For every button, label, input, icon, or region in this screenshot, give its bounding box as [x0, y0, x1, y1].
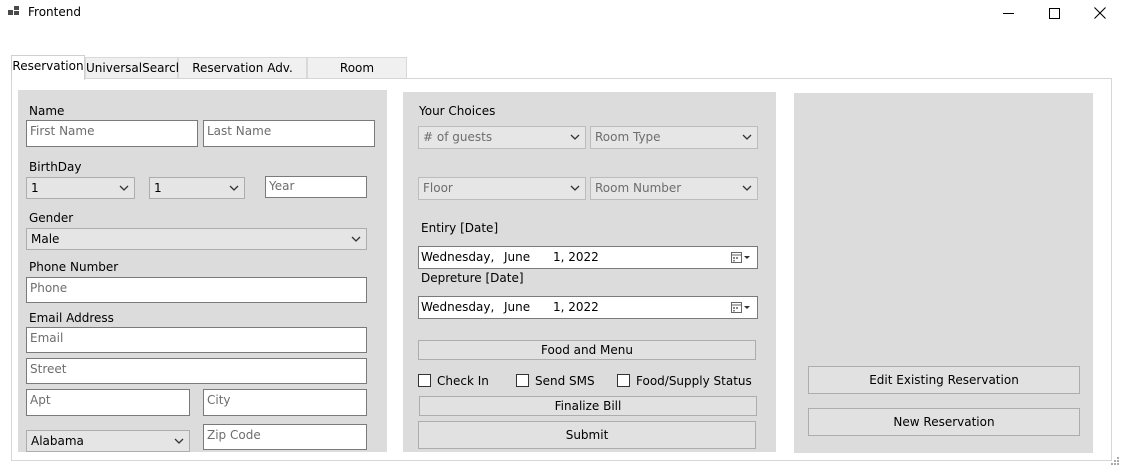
- entry-date-label: Entiry [Date]: [421, 221, 499, 235]
- floor-value: Floor: [423, 181, 453, 195]
- departure-date-picker[interactable]: Wednesday, June 1, 2022: [418, 296, 758, 319]
- close-icon: [1094, 7, 1106, 19]
- check-in-label: Check In: [437, 374, 489, 388]
- departure-date-label: Depreture [Date]: [421, 271, 524, 285]
- entry-month: June: [504, 250, 531, 264]
- guests-value: # of guests: [423, 130, 493, 144]
- chevron-down-icon: [119, 185, 129, 191]
- tab-universal-search[interactable]: UniversalSearch: [85, 57, 183, 79]
- chevron-down-icon: [229, 185, 239, 191]
- name-label: Name: [29, 104, 65, 118]
- zip-code-input[interactable]: Zip Code: [203, 424, 367, 450]
- year-input[interactable]: Year: [265, 176, 367, 198]
- chevron-down-icon: [351, 236, 361, 242]
- departure-day-year: 1, 2022: [553, 300, 599, 314]
- room-number-value: Room Number: [595, 181, 682, 195]
- check-in-checkbox[interactable]: [418, 374, 431, 387]
- send-sms-label: Send SMS: [535, 374, 595, 388]
- birth-month-dropdown[interactable]: 1: [26, 177, 135, 199]
- entry-weekday: Wednesday,: [421, 250, 495, 264]
- minimize-icon: [1002, 12, 1014, 14]
- street-input[interactable]: Street: [26, 358, 367, 384]
- your-choices-label: Your Choices: [419, 104, 496, 118]
- room-type-value: Room Type: [595, 130, 661, 144]
- calendar-icon[interactable]: [731, 252, 751, 264]
- apt-input[interactable]: Apt: [26, 389, 190, 416]
- chevron-down-icon: [570, 185, 580, 191]
- gender-dropdown[interactable]: Male: [26, 228, 367, 250]
- departure-month: June: [504, 300, 531, 314]
- maximize-button[interactable]: [1031, 0, 1077, 26]
- chevron-down-icon: [174, 438, 184, 444]
- entry-day-year: 1, 2022: [553, 250, 599, 264]
- calendar-icon[interactable]: [731, 302, 751, 314]
- chevron-down-icon: [570, 134, 580, 140]
- send-sms-checkbox[interactable]: [516, 374, 529, 387]
- birth-month-value: 1: [31, 181, 39, 195]
- phone-label: Phone Number: [29, 260, 119, 274]
- last-name-input[interactable]: Last Name: [203, 120, 375, 147]
- room-type-dropdown[interactable]: Room Type: [590, 126, 758, 149]
- minimize-button[interactable]: [985, 0, 1031, 26]
- state-value: Alabama: [31, 434, 84, 448]
- app-grid-icon: [8, 6, 22, 18]
- entry-date-picker[interactable]: Wednesday, June 1, 2022: [418, 246, 758, 269]
- room-number-dropdown[interactable]: Room Number: [590, 177, 758, 200]
- birth-day-value: 1: [154, 181, 162, 195]
- tab-reservation-adv-view[interactable]: Reservation Adv. View: [178, 57, 307, 95]
- submit-button[interactable]: Submit: [418, 421, 756, 449]
- birthday-label: BirthDay: [29, 160, 82, 174]
- window-title: Frontend: [28, 5, 81, 19]
- title-bar: Frontend: [0, 0, 1123, 26]
- food-and-menu-button[interactable]: Food and Menu: [418, 340, 756, 360]
- email-label: Email Address: [29, 311, 114, 325]
- departure-weekday: Wednesday,: [421, 300, 495, 314]
- maximize-icon: [1048, 7, 1060, 19]
- gender-label: Gender: [29, 211, 74, 225]
- chevron-down-icon: [742, 185, 752, 191]
- tab-room-availability[interactable]: Room Availibility: [307, 57, 407, 95]
- finalize-bill-button[interactable]: Finalize Bill: [419, 396, 757, 416]
- first-name-input[interactable]: First Name: [26, 120, 198, 147]
- food-supply-status-label: Food/Supply Status: [636, 374, 752, 388]
- state-dropdown[interactable]: Alabama: [26, 430, 190, 452]
- food-supply-status-checkbox[interactable]: [617, 374, 630, 387]
- phone-input[interactable]: Phone: [26, 277, 367, 303]
- resize-grip-icon[interactable]: [1110, 456, 1120, 466]
- city-input[interactable]: City: [203, 389, 367, 416]
- actions-panel: [794, 93, 1093, 453]
- guests-dropdown[interactable]: # of guests: [418, 126, 586, 149]
- new-reservation-button[interactable]: New Reservation: [808, 408, 1080, 436]
- close-button[interactable]: [1077, 0, 1123, 26]
- tab-reservation[interactable]: Reservation: [11, 55, 85, 80]
- chevron-down-icon: [742, 134, 752, 140]
- birth-day-dropdown[interactable]: 1: [149, 177, 245, 199]
- email-input[interactable]: Email: [26, 327, 367, 353]
- edit-existing-reservation-button[interactable]: Edit Existing Reservation: [808, 366, 1080, 394]
- gender-value: Male: [31, 232, 60, 246]
- floor-dropdown[interactable]: Floor: [418, 177, 586, 200]
